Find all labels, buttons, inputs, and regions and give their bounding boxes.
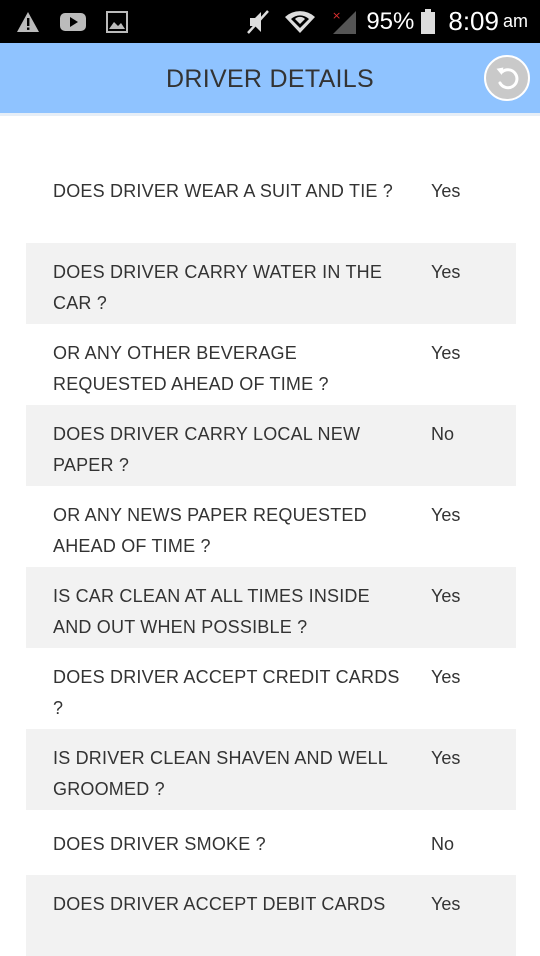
detail-answer: Yes <box>431 894 461 914</box>
detail-question: DOES DRIVER CARRY WATER IN THE CAR ? <box>53 262 383 313</box>
detail-answer: Yes <box>431 343 461 363</box>
detail-question: DOES DRIVER WEAR A SUIT AND TIE ? <box>53 181 394 201</box>
image-icon <box>106 10 128 33</box>
page-title: DRIVER DETAILS <box>166 65 374 93</box>
status-bar-right: × 95% 8:09 am <box>232 6 528 37</box>
detail-row: DOES DRIVER SMOKE ? No <box>26 824 516 864</box>
detail-answer: Yes <box>431 748 461 768</box>
detail-question: DOES DRIVER ACCEPT DEBIT CARDS <box>53 894 386 914</box>
detail-question: DOES DRIVER CARRY LOCAL NEW PAPER ? <box>53 424 361 475</box>
battery-icon <box>420 8 436 35</box>
detail-row: DOES DRIVER CARRY LOCAL NEW PAPER ? No <box>26 405 516 486</box>
detail-question: OR ANY NEWS PAPER REQUESTED AHEAD OF TIM… <box>53 505 367 556</box>
detail-answer: Yes <box>431 505 461 525</box>
youtube-icon <box>60 12 86 32</box>
detail-answer: Yes <box>431 667 461 687</box>
detail-row: OR ANY OTHER BEVERAGE REQUESTED AHEAD OF… <box>26 324 516 405</box>
detail-question: IS CAR CLEAN AT ALL TIMES INSIDE AND OUT… <box>53 586 370 637</box>
battery-percent: 95% <box>366 7 415 35</box>
detail-row: DOES DRIVER WEAR A SUIT AND TIE ? Yes <box>26 162 516 243</box>
wifi-icon <box>284 10 316 34</box>
detail-question: DOES DRIVER SMOKE ? <box>53 834 266 854</box>
svg-text:×: × <box>332 9 341 22</box>
detail-row: OR ANY NEWS PAPER REQUESTED AHEAD OF TIM… <box>26 486 516 567</box>
detail-question: IS DRIVER CLEAN SHAVEN AND WELL GROOMED … <box>53 748 388 799</box>
detail-question: DOES DRIVER ACCEPT CREDIT CARDS ? <box>53 667 400 718</box>
detail-answer: No <box>431 424 455 444</box>
clock-ampm: am <box>502 11 528 31</box>
status-bar: × 95% 8:09 am <box>0 0 540 43</box>
detail-row: IS CAR CLEAN AT ALL TIMES INSIDE AND OUT… <box>26 567 516 648</box>
detail-answer: Yes <box>431 586 461 606</box>
app-header: DRIVER DETAILS <box>0 43 540 116</box>
detail-answer: Yes <box>431 262 461 282</box>
undo-icon <box>493 64 521 92</box>
detail-row: DOES DRIVER ACCEPT DEBIT CARDS Yes <box>26 875 516 956</box>
detail-answer: Yes <box>431 181 461 201</box>
detail-answer: No <box>431 834 455 854</box>
status-bar-left <box>16 10 148 33</box>
mute-icon <box>246 9 270 35</box>
detail-row: IS DRIVER CLEAN SHAVEN AND WELL GROOMED … <box>26 729 516 810</box>
warning-icon <box>16 11 40 33</box>
detail-question: OR ANY OTHER BEVERAGE REQUESTED AHEAD OF… <box>53 343 329 394</box>
detail-row: DOES DRIVER CARRY WATER IN THE CAR ? Yes <box>26 243 516 324</box>
clock-time: 8:09 <box>448 6 499 36</box>
detail-row: DOES DRIVER ACCEPT CREDIT CARDS ? Yes <box>26 648 516 729</box>
driver-details-list: DOES DRIVER WEAR A SUIT AND TIE ? Yes DO… <box>26 162 516 956</box>
back-button[interactable] <box>484 55 530 101</box>
signal-icon: × <box>330 9 358 35</box>
